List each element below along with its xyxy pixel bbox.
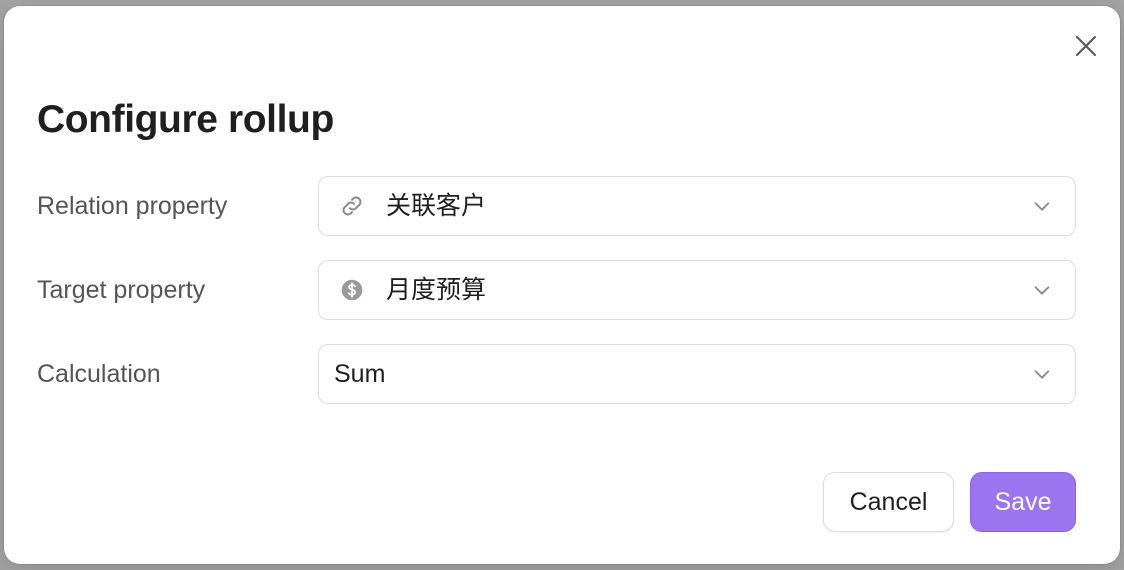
relation-property-label: Relation property (37, 192, 228, 220)
cancel-button[interactable]: Cancel (823, 472, 954, 532)
target-property-value: 月度预算 (386, 276, 487, 304)
calculation-select[interactable]: Sum (318, 344, 1076, 404)
chevron-down-icon (1034, 202, 1050, 211)
dollar-circle-icon (339, 277, 365, 303)
chevron-down-icon (1034, 286, 1050, 295)
calculation-value: Sum (334, 360, 386, 388)
chevron-down-icon (1034, 370, 1050, 379)
relation-property-value: 关联客户 (386, 192, 487, 220)
calculation-label: Calculation (37, 360, 161, 388)
save-button[interactable]: Save (970, 472, 1076, 532)
configure-rollup-dialog: Configure rollup Relation property 关联客户 … (4, 6, 1120, 564)
target-property-label: Target property (37, 276, 206, 304)
close-icon (1075, 35, 1097, 57)
dialog-title: Configure rollup (37, 98, 334, 141)
close-button[interactable] (1070, 30, 1102, 62)
link-icon (339, 193, 365, 219)
relation-property-select[interactable]: 关联客户 (318, 176, 1076, 236)
target-property-select[interactable]: 月度预算 (318, 260, 1076, 320)
